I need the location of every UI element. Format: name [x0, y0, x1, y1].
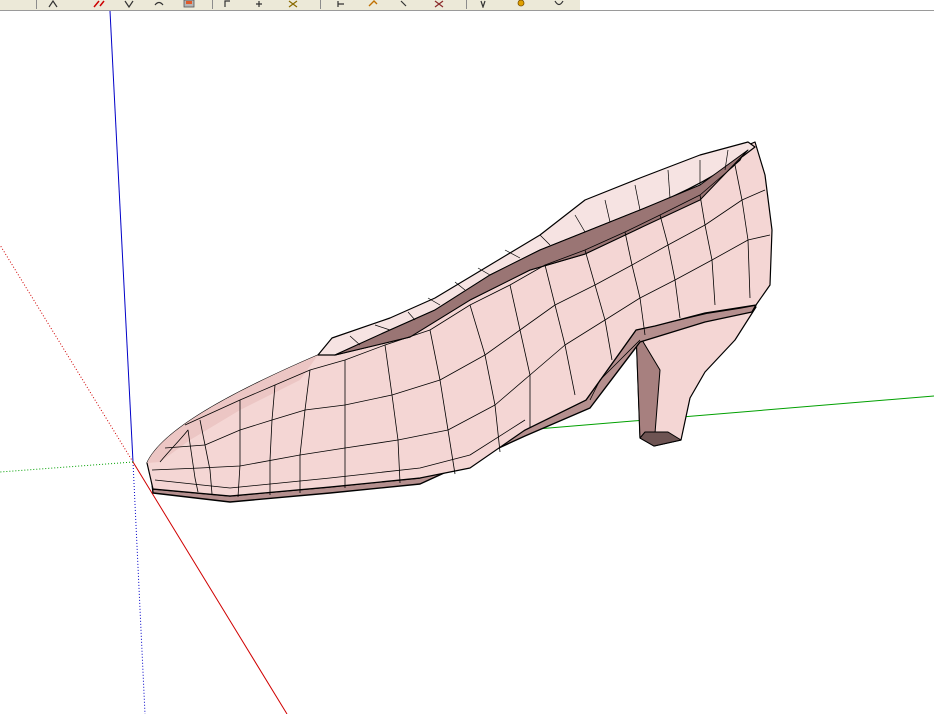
position-camera-icon[interactable]	[478, 0, 492, 8]
toolbar	[0, 0, 580, 11]
zoom-icon[interactable]	[286, 0, 300, 8]
zoom-window-icon[interactable]	[334, 0, 348, 8]
toolbar-separator	[320, 0, 321, 9]
scale-icon[interactable]	[122, 0, 136, 8]
model-viewport[interactable]	[0, 11, 934, 714]
previous-view-icon[interactable]	[366, 0, 380, 8]
rotate-icon[interactable]	[46, 0, 60, 8]
paint-bucket-icon[interactable]	[182, 0, 196, 8]
look-around-icon[interactable]	[514, 0, 528, 8]
offset-icon[interactable]	[152, 0, 166, 8]
walk-icon[interactable]	[552, 0, 566, 8]
toolbar-separator	[36, 0, 37, 9]
follow-me-icon[interactable]	[92, 0, 106, 8]
next-view-icon[interactable]	[398, 0, 412, 8]
pan-icon[interactable]	[252, 0, 266, 8]
orbit-icon[interactable]	[222, 0, 236, 8]
toolbar-empty-area	[580, 0, 934, 11]
zoom-extents-icon[interactable]	[432, 0, 446, 8]
toolbar-separator	[466, 0, 467, 9]
toolbar-separator	[212, 0, 213, 9]
